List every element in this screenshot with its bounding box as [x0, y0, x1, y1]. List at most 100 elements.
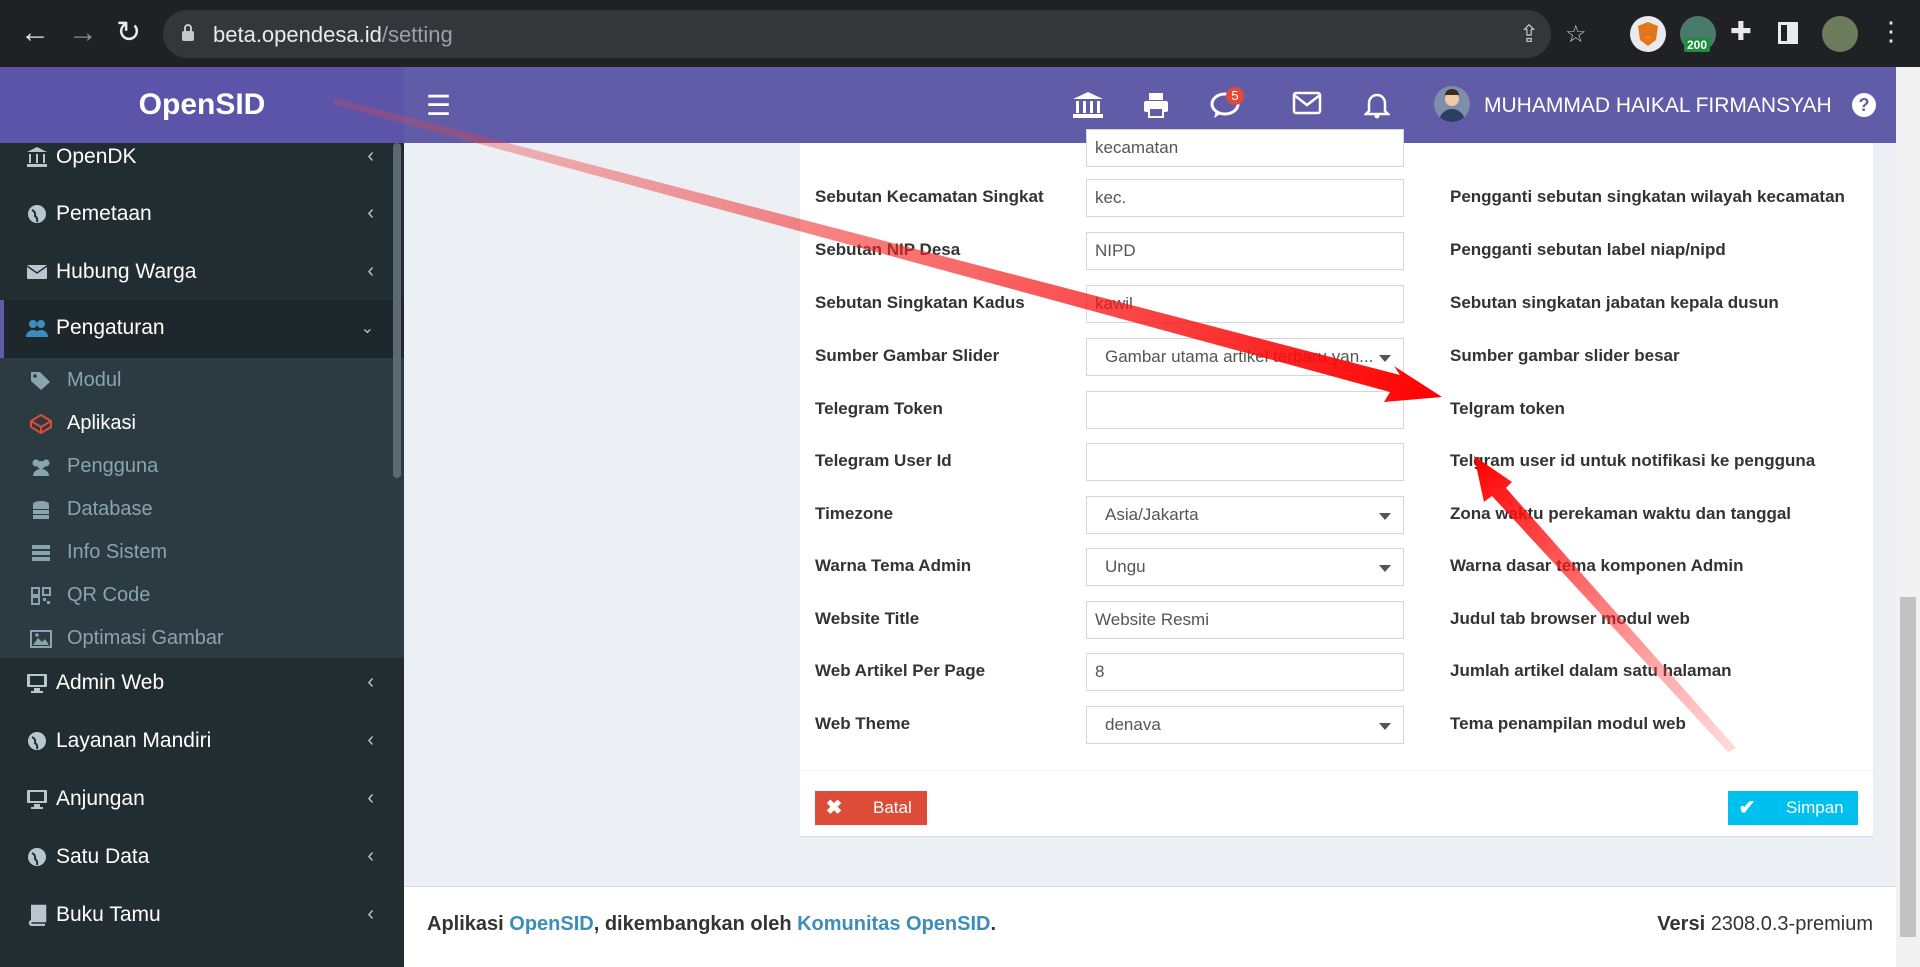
bookmark-star-icon[interactable]: ☆	[1565, 20, 1587, 49]
sidebar-subitem-info-sistem[interactable]: Info Sistem	[0, 533, 404, 573]
opensid-link[interactable]: OpenSID	[509, 913, 593, 935]
setting-select[interactable]: Gambar utama artikel terbaru yan...	[1086, 338, 1404, 376]
setting-description: Sumber gambar slider besar	[1450, 346, 1680, 365]
setting-label: Website Title	[815, 609, 920, 628]
setting-select[interactable]: Ungu	[1086, 548, 1404, 586]
puzzle-extensions-icon[interactable]: ✚	[1730, 16, 1752, 47]
address-bar[interactable]: beta.opendesa.id/setting ⇪ ☆	[163, 10, 1587, 58]
setting-label: Web Theme	[815, 714, 911, 733]
setting-select[interactable]: denava	[1086, 706, 1404, 744]
setting-label: Sebutan Kecamatan Singkat	[815, 187, 1044, 206]
tags-icon	[31, 372, 50, 390]
settings-box: kecamatan Sebutan Kecamatan Singkat kec. Pe…	[800, 129, 1873, 836]
setting-description: Telgram token	[1450, 399, 1565, 418]
setting-description: Jumlah artikel dalam satu halaman	[1450, 661, 1732, 680]
setting-label: Timezone	[815, 504, 894, 523]
sidebar-subitem-label: Aplikasi	[67, 412, 136, 434]
setting-description: Tema penampilan modul web	[1450, 714, 1686, 733]
chevron-down-icon: ⌄	[360, 320, 374, 337]
avatar[interactable]	[1434, 86, 1470, 122]
sidebar-scrollbar[interactable]	[393, 143, 401, 478]
profile-avatar-icon[interactable]	[1822, 16, 1858, 52]
setting-description: Judul tab browser modul web	[1450, 609, 1690, 628]
setting-label: Web Artikel Per Page	[815, 661, 986, 680]
sidebar-item-satu-data[interactable]: Satu Data ‹	[0, 829, 404, 887]
setting-input[interactable]	[1086, 391, 1404, 429]
chevron-left-icon: ‹	[367, 671, 374, 693]
setting-input[interactable]: kec.	[1086, 179, 1404, 217]
footer-version: Versi 2308.0.3-premium	[1657, 913, 1873, 935]
qrcode-icon	[31, 587, 51, 605]
caret-down-icon	[1379, 723, 1391, 730]
setting-label: Sebutan NIP Desa	[815, 240, 961, 259]
metamask-extension-icon[interactable]	[1630, 16, 1666, 52]
sidebar-item-anjungan[interactable]: Anjungan ‹	[0, 771, 404, 829]
sidebar-subitem-pengguna[interactable]: Pengguna	[0, 447, 404, 487]
setting-value: NIPD	[1095, 241, 1136, 260]
user-name[interactable]: MUHAMMAD HAIKAL FIRMANSYAH	[1484, 94, 1832, 118]
reload-icon[interactable]: ↻	[116, 18, 141, 48]
setting-select[interactable]: Asia/Jakarta	[1086, 496, 1404, 534]
sidebar-item-hubung-warga[interactable]: Hubung Warga ‹	[0, 244, 404, 302]
setting-input[interactable]: kawil	[1086, 285, 1404, 323]
setting-value: kec.	[1095, 188, 1127, 207]
server-icon	[32, 545, 50, 561]
browser-toolbar: ← → ↻ beta.opendesa.id/setting ⇪ ☆ 200 ✚…	[0, 0, 1920, 67]
globe-icon	[28, 732, 46, 750]
setting-input[interactable]: Website Resmi	[1086, 601, 1404, 639]
globe-icon	[28, 848, 46, 866]
setting-input[interactable]	[1086, 443, 1404, 481]
chrome-menu-icon[interactable]: ⋮	[1878, 16, 1904, 47]
sidebar-item-label: Buku Tamu	[56, 903, 161, 926]
sidebar-item-label: Layanan Mandiri	[56, 729, 212, 752]
page-scrollbar[interactable]	[1896, 67, 1920, 967]
sidebar-subitem-modul[interactable]: Modul	[0, 361, 404, 401]
sidebar-item-pengaturan[interactable]: Pengaturan ⌄	[0, 300, 404, 358]
forward-icon[interactable]: →	[68, 18, 98, 48]
print-icon[interactable]	[1142, 91, 1170, 119]
setting-label: Sumber Gambar Slider	[815, 346, 1000, 365]
community-link[interactable]: Komunitas OpenSID	[797, 913, 990, 935]
setting-label: Telegram User Id	[815, 451, 952, 470]
mail-icon[interactable]	[1292, 91, 1322, 115]
globe-icon	[28, 205, 46, 223]
setting-input[interactable]: 8	[1086, 653, 1404, 691]
sidebar: OpenDK ‹ Pemetaan ‹ Hubung Warga ‹ Penga…	[0, 143, 404, 967]
setting-description: Sebutan singkatan jabatan kepala dusun	[1450, 293, 1779, 312]
codepen-icon	[30, 414, 52, 434]
chevron-left-icon: ‹	[367, 260, 374, 282]
setting-label: Sebutan Singkatan Kadus	[815, 293, 1025, 312]
chevron-left-icon: ‹	[367, 145, 374, 167]
sidebar-subitem-aplikasi[interactable]: Aplikasi	[0, 404, 404, 444]
sidebar-item-opendk[interactable]: OpenDK ‹	[0, 143, 404, 187]
scrollbar-thumb[interactable]	[1900, 597, 1916, 937]
setting-description: Telgram user id untuk notifikasi ke peng…	[1450, 451, 1816, 470]
sidebar-item-buku-tamu[interactable]: Buku Tamu ‹	[0, 887, 404, 945]
sidebar-item-pemetaan[interactable]: Pemetaan ‹	[0, 186, 404, 244]
sidebar-subitem-label: Optimasi Gambar	[67, 627, 224, 649]
side-panel-icon[interactable]	[1778, 22, 1798, 44]
sidebar-item-layanan-mandiri[interactable]: Layanan Mandiri ‹	[0, 713, 404, 771]
back-icon[interactable]: ←	[20, 18, 50, 48]
institution-icon[interactable]	[1072, 91, 1104, 119]
setting-value: kecamatan	[1095, 138, 1179, 157]
caret-down-icon	[1379, 565, 1391, 572]
sidebar-subitem-label: Pengguna	[67, 455, 159, 477]
sidebar-item-label: Admin Web	[56, 671, 165, 694]
save-button[interactable]: ✔ Simpan	[1728, 791, 1858, 825]
setting-input[interactable]: kecamatan	[1086, 129, 1404, 167]
app-logo[interactable]: OpenSID	[0, 67, 404, 143]
setting-input[interactable]: NIPD	[1086, 232, 1404, 270]
envelope-icon	[26, 265, 48, 279]
sidebar-item-label: OpenDK	[56, 145, 137, 168]
setting-value: kawil	[1095, 294, 1133, 313]
share-icon[interactable]: ⇪	[1519, 20, 1539, 49]
sidebar-subitem-qr-code[interactable]: QR Code	[0, 576, 404, 616]
sidebar-subitem-database[interactable]: Database	[0, 490, 404, 530]
sidebar-item-admin-web[interactable]: Admin Web ‹	[0, 655, 404, 713]
menu-toggle-icon[interactable]: ☰	[426, 89, 451, 122]
bell-icon[interactable]	[1364, 91, 1390, 119]
sidebar-subitem-optimasi-gambar[interactable]: Optimasi Gambar	[0, 619, 404, 659]
cancel-button[interactable]: ✖ Batal	[815, 791, 927, 825]
help-icon[interactable]: ?	[1852, 93, 1876, 117]
